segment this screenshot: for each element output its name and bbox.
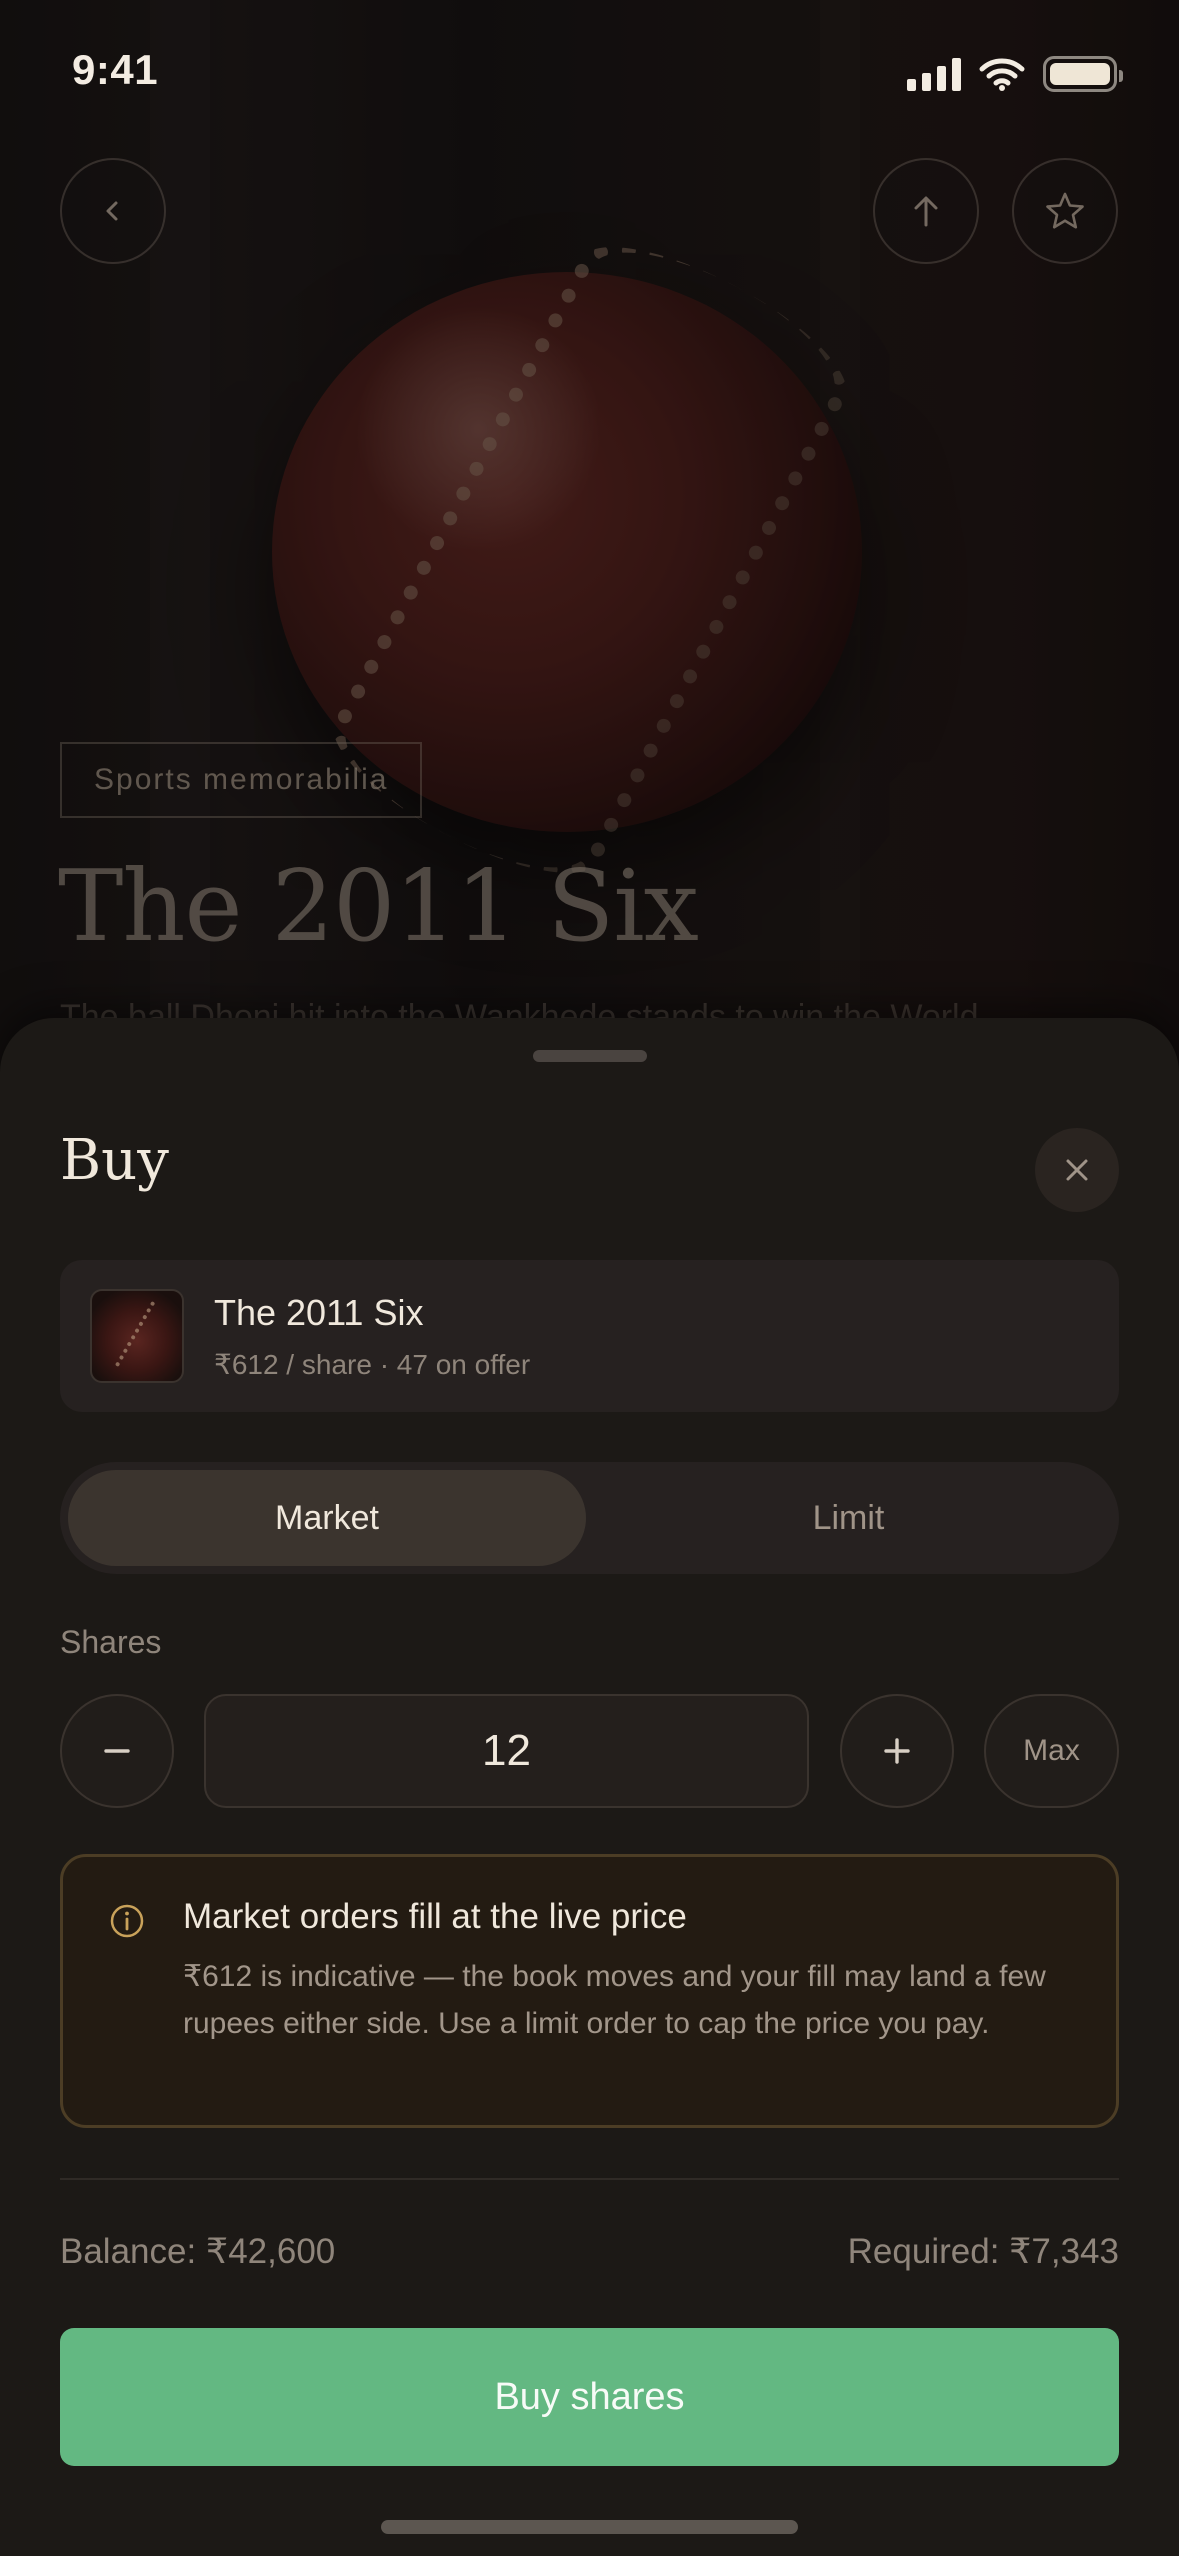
tab-market[interactable]: Market — [68, 1470, 586, 1566]
category-tag: Sports memorabilia — [60, 742, 423, 818]
share-icon — [914, 196, 938, 227]
share-button[interactable] — [873, 158, 979, 264]
back-button[interactable] — [60, 158, 166, 264]
divider — [60, 2178, 1119, 2180]
sheet-grabber[interactable] — [533, 1050, 647, 1062]
battery-icon — [1043, 56, 1123, 92]
buy-sheet: Buy The 2011 Six ₹612 / share · 47 on of… — [0, 1018, 1179, 2556]
order-type-toggle: Market Limit — [60, 1462, 1119, 1574]
notice-body: ₹612 is indicative — the book moves and … — [183, 1960, 1046, 2040]
required-text: Required: ₹7,343 — [847, 2232, 1119, 2271]
plus-icon — [884, 1738, 910, 1764]
quantity-input[interactable]: 12 — [204, 1694, 809, 1808]
max-button[interactable]: Max — [984, 1694, 1119, 1808]
decrement-button[interactable] — [60, 1694, 174, 1808]
increment-button[interactable] — [840, 1694, 954, 1808]
asset-card: The 2011 Six ₹612 / share · 47 on offer — [60, 1260, 1119, 1412]
market-order-notice: Market orders fill at the live price ₹61… — [60, 1854, 1119, 2128]
hero-title: The 2011 Six — [58, 850, 699, 964]
star-icon — [1046, 192, 1084, 229]
asset-name: The 2011 Six — [214, 1291, 424, 1333]
signal-icon — [907, 57, 961, 91]
asset-thumbnail — [90, 1289, 184, 1383]
sheet-title: Buy — [60, 1128, 169, 1193]
balance-text: Balance: ₹42,600 — [60, 2232, 336, 2271]
wifi-icon — [979, 58, 1025, 91]
minus-icon — [104, 1749, 130, 1753]
status-time: 9:41 — [72, 46, 159, 93]
notice-title: Market orders fill at the live price — [183, 1897, 687, 1936]
screen: 9:41 Sports memorabilia The 2011 Six The… — [0, 0, 1179, 2556]
back-chevron-icon — [106, 201, 118, 221]
info-icon — [110, 1904, 144, 1938]
home-indicator — [381, 2520, 798, 2534]
close-button[interactable] — [1035, 1128, 1119, 1212]
close-icon — [1066, 1159, 1088, 1181]
buy-shares-button[interactable]: Buy shares — [60, 2328, 1119, 2466]
favorite-button[interactable] — [1012, 158, 1118, 264]
shares-label: Shares — [60, 1624, 162, 1660]
asset-price-offer: ₹612 / share · 47 on offer — [214, 1348, 531, 1380]
status-icons — [907, 56, 1123, 92]
tab-limit[interactable]: Limit — [586, 1470, 1111, 1566]
